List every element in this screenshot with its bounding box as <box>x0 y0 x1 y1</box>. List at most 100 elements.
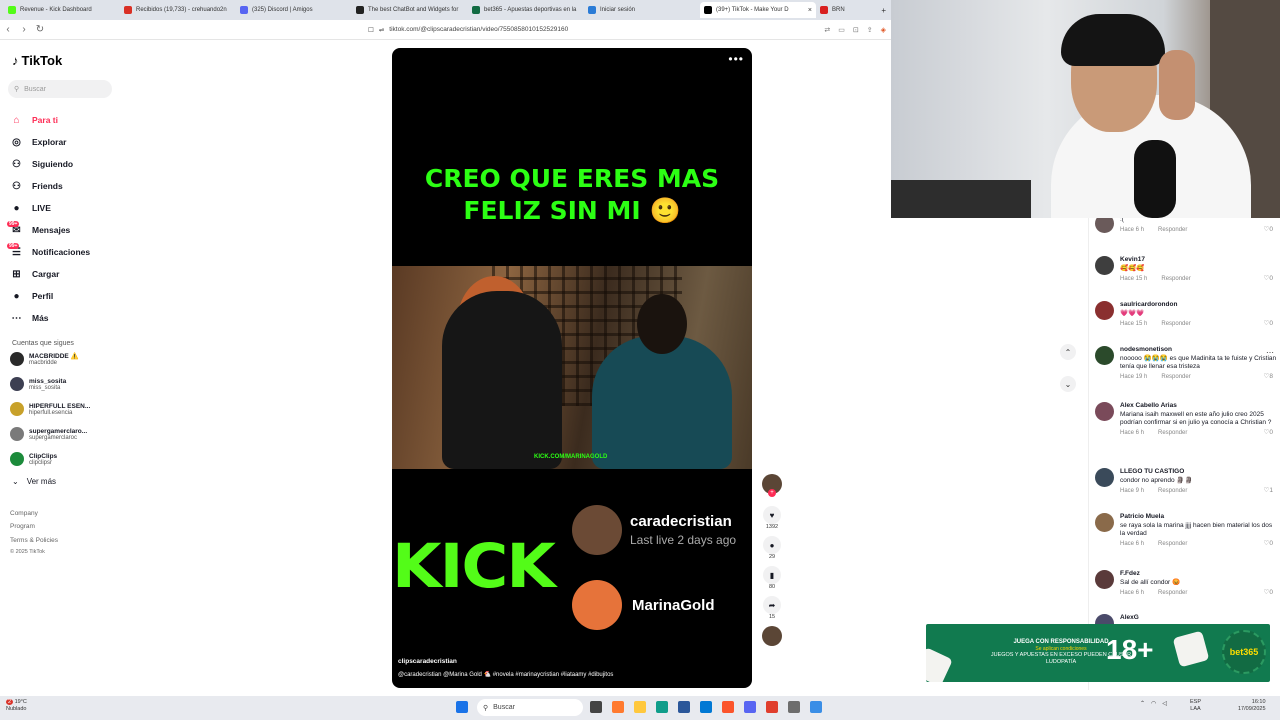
heart-icon[interactable]: ♥ <box>763 506 781 524</box>
browser-tab[interactable]: (325) Discord | Amigos <box>236 2 352 18</box>
volume-icon[interactable]: ◁ <box>1162 700 1167 707</box>
sidebar-item-mensajes[interactable]: ✉ 99+ Mensajes <box>7 219 125 241</box>
comment-like[interactable]: ♡0 <box>1264 319 1273 327</box>
extensions-icon[interactable]: ⊡ <box>853 26 859 34</box>
comment-icon[interactable]: ● <box>763 536 781 554</box>
follow-plus-icon[interactable]: + <box>768 489 776 497</box>
task-view-icon[interactable] <box>590 701 602 713</box>
avatar[interactable] <box>1095 513 1114 532</box>
system-tray[interactable]: ⌃ ◠ ◁ <box>1140 700 1167 707</box>
site-info-icon[interactable]: ⇌ <box>379 26 384 34</box>
previous-video-button[interactable]: ⌃ <box>1060 344 1076 360</box>
screen-icon[interactable]: ▭ <box>838 26 845 34</box>
browser-tab[interactable]: Recibidos (19,733) - crehuando2n <box>120 2 236 18</box>
sidebar-item-live[interactable]: ● LIVE <box>10 197 125 219</box>
comment-author[interactable]: AlexG <box>1120 614 1277 621</box>
comment-like[interactable]: ♡1 <box>1264 486 1273 494</box>
avatar[interactable] <box>1095 570 1114 589</box>
comment-like[interactable]: ♡0 <box>1264 539 1273 547</box>
following-account[interactable]: miss_sosita miss_sosita <box>10 377 120 391</box>
avatar[interactable] <box>1095 301 1114 320</box>
bookmark-icon[interactable]: ▮ <box>763 566 781 584</box>
browser-tab[interactable]: (39+) TikTok - Make Your D × <box>700 2 816 18</box>
search-input[interactable]: ⚲ Buscar <box>8 80 112 98</box>
reply-button[interactable]: Responder <box>1158 430 1187 436</box>
translate-icon[interactable]: ⇄ <box>824 26 830 34</box>
discord-icon[interactable] <box>744 701 756 713</box>
sidebar-item-cargar[interactable]: ⊞ Cargar <box>10 263 125 285</box>
sidebar-item-para-ti[interactable]: ⌂ Para ti <box>10 109 125 131</box>
video-mentions[interactable]: @caradecristian @Marina Gold 🐔 <box>398 672 491 678</box>
comment-like[interactable]: ♡0 <box>1264 225 1273 233</box>
browser-tab[interactable]: Revenue - Kick Dashboard <box>4 2 120 18</box>
tiktok-logo[interactable]: ♪ TikTok <box>12 53 62 68</box>
bet365-ad[interactable]: JUEGA CON RESPONSABILIDAD Se aplican con… <box>926 624 1270 682</box>
outlook-icon[interactable] <box>700 701 712 713</box>
reply-button[interactable]: Responder <box>1158 227 1187 233</box>
new-tab-button[interactable]: + <box>875 6 892 15</box>
following-account[interactable]: supergamerclaro... supergamerclaroc <box>10 427 120 441</box>
comment-author[interactable]: LLEGO TU CASTIGO <box>1120 468 1277 475</box>
reply-button[interactable]: Responder <box>1161 276 1190 282</box>
video-player[interactable]: ••• CREO QUE ERES MAS FELIZ SIN MI 🙂 KIC… <box>392 48 752 688</box>
clock[interactable]: 16:10 17/09/2025 <box>1238 699 1266 713</box>
reply-button[interactable]: Responder <box>1158 488 1187 494</box>
comment-like[interactable]: ♡0 <box>1264 588 1273 596</box>
settings-icon[interactable] <box>788 701 800 713</box>
wifi-icon[interactable]: ◠ <box>1151 700 1156 707</box>
browser-tab[interactable]: The best ChatBot and Widgets for <box>352 2 468 18</box>
comment-author[interactable]: F.Fdez <box>1120 570 1277 577</box>
comment-like[interactable]: ♡0 <box>1264 428 1273 436</box>
edge-icon[interactable] <box>656 701 668 713</box>
sidebar-item-siguiendo[interactable]: ⚇ Siguiendo <box>10 153 125 175</box>
comment-author[interactable]: nodesmonetison <box>1120 346 1277 353</box>
bookmark-icon[interactable]: ☐ <box>368 26 374 34</box>
video-hashtags[interactable]: #novela #marinaycristian #liataamy #dibu… <box>493 672 614 678</box>
weather-widget[interactable]: 2 19°C Nublado <box>6 699 27 713</box>
sidebar-item-explorar[interactable]: ◎ Explorar <box>10 131 125 153</box>
share-icon[interactable]: ➦ <box>763 596 781 614</box>
app-icon[interactable] <box>766 701 778 713</box>
app-icon[interactable] <box>678 701 690 713</box>
footer-company[interactable]: Company <box>10 510 38 517</box>
footer-terms[interactable]: Terms & Policies <box>10 537 58 544</box>
music-disc-avatar[interactable] <box>762 626 782 646</box>
chevron-up-icon[interactable]: ⌃ <box>1140 700 1145 707</box>
video-author[interactable]: clipscaradecristian <box>398 658 457 665</box>
browser-tab[interactable]: Iniciar sesión <box>584 2 700 18</box>
close-tab-icon[interactable]: × <box>808 7 812 14</box>
reload-icon[interactable]: ↻ <box>32 24 48 35</box>
reply-button[interactable]: Responder <box>1161 321 1190 327</box>
sidebar-item-friends[interactable]: ⚇ Friends <box>10 175 125 197</box>
taskbar-search[interactable]: ⚲ Buscar <box>477 699 583 716</box>
following-account[interactable]: ClipClips clipclipsr <box>10 452 120 466</box>
file-explorer-icon[interactable] <box>634 701 646 713</box>
back-icon[interactable]: ‹ <box>0 24 16 35</box>
comment-like[interactable]: ♡8 <box>1264 372 1273 380</box>
reply-button[interactable]: Responder <box>1161 374 1190 380</box>
avatar[interactable] <box>1095 218 1114 233</box>
avatar[interactable] <box>1095 468 1114 487</box>
browser-tab[interactable]: BRN <box>816 2 850 18</box>
footer-program[interactable]: Program <box>10 523 35 530</box>
sidebar-item-notificaciones[interactable]: ☰ 99+ Notificaciones <box>7 241 125 263</box>
app-icon[interactable] <box>810 701 822 713</box>
comment-author[interactable]: Alex Cabello Arias <box>1120 402 1277 409</box>
more-options-icon[interactable]: ••• <box>728 52 744 66</box>
comment-author[interactable]: Kevin17 <box>1120 256 1277 263</box>
avatar[interactable] <box>1095 402 1114 421</box>
author-avatar[interactable]: + <box>762 474 782 497</box>
comment-author[interactable]: saulricardorondon <box>1120 301 1277 308</box>
comment-like[interactable]: ♡0 <box>1264 274 1273 282</box>
forward-icon[interactable]: › <box>16 24 32 35</box>
share-icon[interactable]: ⇪ <box>867 26 873 34</box>
following-account[interactable]: MACBRIDDE ⚠️ macbridde <box>10 352 120 366</box>
reply-button[interactable]: Responder <box>1158 590 1187 596</box>
browser-tab[interactable]: bet365 - Apuestas deportivas en la <box>468 2 584 18</box>
brave-shield-icon[interactable]: ◈ <box>881 26 886 34</box>
start-icon[interactable] <box>456 701 468 713</box>
avatar[interactable] <box>1095 256 1114 275</box>
reply-button[interactable]: Responder <box>1158 541 1187 547</box>
comment-author[interactable]: Patricio Muela <box>1120 513 1277 520</box>
see-more-button[interactable]: ⌄ Ver más <box>12 477 56 486</box>
